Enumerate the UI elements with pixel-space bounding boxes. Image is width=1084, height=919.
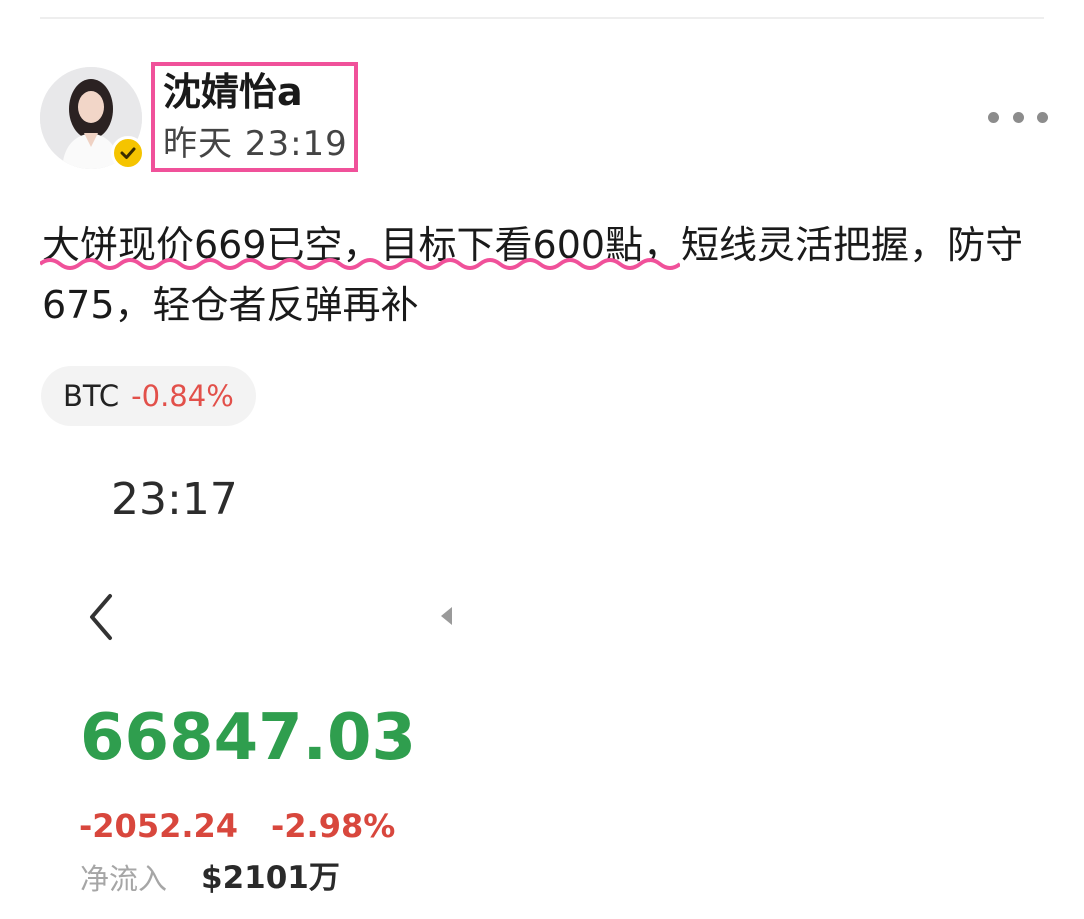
back-chevron-icon [90, 594, 112, 640]
netflow-value: $2101万 [201, 860, 340, 896]
divider [40, 17, 1044, 19]
author-name[interactable]: 沈婧怡a [163, 68, 303, 116]
more-options-button[interactable] [988, 102, 1048, 132]
triangle-left-icon [441, 607, 452, 625]
ticker-tag[interactable]: BTC -0.84% [41, 366, 256, 426]
post-card: 沈婧怡a 昨天 23:19 大饼现价669已空，目标下看600點，短线灵活把握，… [0, 0, 1084, 919]
arrow-up-right-icon [388, 738, 409, 759]
price-change-absolute: -2052.24 [79, 807, 239, 845]
verified-badge-icon [111, 136, 145, 170]
embedded-clock: 23:17 [111, 474, 238, 525]
ticker-change: -0.84% [131, 379, 234, 413]
btc-price: 66847.03 [80, 701, 417, 775]
post-text: 大饼现价669已空，目标下看600點，短线灵活把握，防守675，轻仓者反弹再补 [42, 223, 1024, 327]
ticker-symbol: BTC [63, 379, 120, 413]
wavy-underline [40, 258, 680, 270]
netflow-label: 净流入 [80, 862, 168, 896]
price-change-percent: -2.98% [271, 807, 396, 845]
more-horizontal-icon [988, 111, 999, 123]
post-timestamp: 昨天 23:19 [163, 124, 348, 164]
